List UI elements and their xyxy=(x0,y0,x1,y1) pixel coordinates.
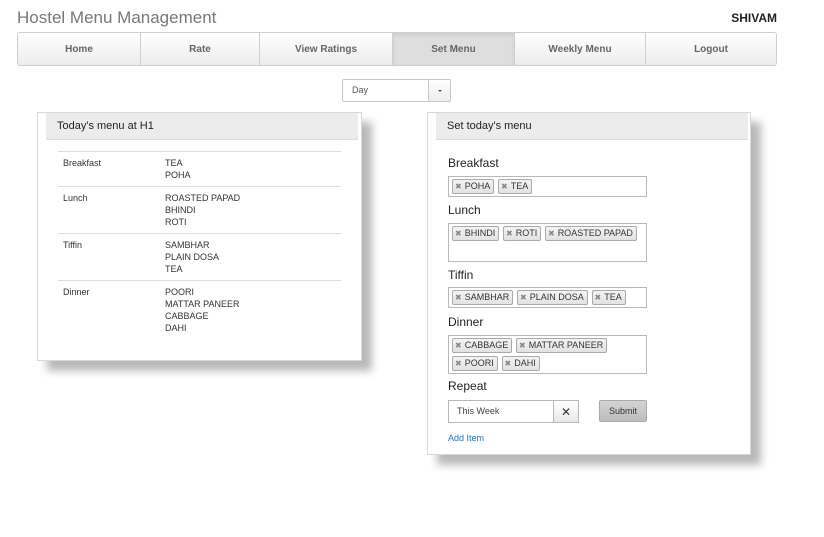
menu-item: ROASTED PAPAD xyxy=(165,193,241,203)
close-icon: ✕ xyxy=(560,404,572,419)
nav-home[interactable]: Home xyxy=(18,33,141,65)
lunch-tag-input[interactable]: ✖ BHINDI ✖ ROTI ✖ ROASTED PAPAD xyxy=(448,223,647,262)
tag-label: BHINDI xyxy=(464,228,496,238)
menu-item: MATTAR PANEER xyxy=(165,299,240,309)
tag-label: ROTI xyxy=(515,228,538,238)
tag: ✖ TEA xyxy=(591,290,626,305)
lunch-label: Lunch xyxy=(448,203,481,217)
remove-tag-icon[interactable]: ✖ xyxy=(455,293,462,302)
repeat-input[interactable]: This Week xyxy=(448,400,554,423)
set-menu-title: Set today's menu xyxy=(436,113,748,140)
tag-label: PLAIN DOSA xyxy=(529,292,584,302)
tag: ✖ ROASTED PAPAD xyxy=(544,226,637,241)
breakfast-label: Breakfast xyxy=(448,156,499,170)
tag: ✖ ROTI xyxy=(503,226,542,241)
user-name: SHIVAM xyxy=(731,11,777,25)
remove-tag-icon[interactable]: ✖ xyxy=(519,341,526,350)
menu-item: SAMBHAR xyxy=(165,240,210,250)
clear-repeat-button[interactable]: ✕ xyxy=(553,400,579,423)
today-menu-table: Breakfast TEA POHA Lunch ROASTED PAPAD B… xyxy=(58,151,341,339)
remove-tag-icon[interactable]: ✖ xyxy=(455,182,462,191)
menu-item: BHINDI xyxy=(165,205,196,215)
meal-items: TEA POHA xyxy=(160,151,341,187)
tag-label: POORI xyxy=(464,358,494,368)
nav-view-ratings[interactable]: View Ratings xyxy=(260,33,393,65)
tag-label: ROASTED PAPAD xyxy=(557,228,633,238)
remove-tag-icon[interactable]: ✖ xyxy=(505,359,512,368)
meal-items: SAMBHAR PLAIN DOSA TEA xyxy=(160,233,341,281)
menu-item: CABBAGE xyxy=(165,311,209,321)
tiffin-tag-input[interactable]: ✖ SAMBHAR ✖ PLAIN DOSA ✖ TEA xyxy=(448,287,647,308)
table-row: Lunch ROASTED PAPAD BHINDI ROTI xyxy=(58,186,341,234)
breakfast-tag-input[interactable]: ✖ POHA ✖ TEA xyxy=(448,176,647,197)
tag-label: TEA xyxy=(604,292,622,302)
remove-tag-icon[interactable]: ✖ xyxy=(455,229,462,238)
remove-tag-icon[interactable]: ✖ xyxy=(455,341,462,350)
day-select-toggle[interactable] xyxy=(428,80,450,101)
tag: ✖ DAHI xyxy=(501,356,540,371)
day-select-value: Day xyxy=(352,85,369,95)
chevron-down-icon xyxy=(437,89,442,92)
dinner-tag-input[interactable]: ✖ CABBAGE ✖ MATTAR PANEER ✖ POORI ✖ DAHI xyxy=(448,335,647,374)
meal-items: ROASTED PAPAD BHINDI ROTI xyxy=(160,186,341,234)
remove-tag-icon[interactable]: ✖ xyxy=(455,359,462,368)
meal-name: Breakfast xyxy=(58,151,160,187)
tag-label: POHA xyxy=(464,181,491,191)
remove-tag-icon[interactable]: ✖ xyxy=(501,182,508,191)
remove-tag-icon[interactable]: ✖ xyxy=(520,293,527,302)
today-menu-title: Today's menu at H1 xyxy=(46,113,358,140)
submit-button[interactable]: Submit xyxy=(599,400,647,422)
set-menu-panel: Set today's menu Breakfast ✖ POHA ✖ TEA Lu… xyxy=(427,112,751,455)
tag: ✖ PLAIN DOSA xyxy=(517,290,588,305)
menu-item: PLAIN DOSA xyxy=(165,252,220,262)
menu-item: POHA xyxy=(165,170,191,180)
meal-name: Lunch xyxy=(58,186,160,234)
app-title: Hostel Menu Management xyxy=(17,8,217,27)
tag: ✖ CABBAGE xyxy=(452,338,513,353)
nav-logout[interactable]: Logout xyxy=(646,33,776,65)
tag-label: CABBAGE xyxy=(464,340,509,350)
menu-item: POORI xyxy=(165,287,195,297)
remove-tag-icon[interactable]: ✖ xyxy=(506,229,513,238)
tag-label: SAMBHAR xyxy=(464,292,510,302)
menu-item: TEA xyxy=(165,158,183,168)
tag: ✖ MATTAR PANEER xyxy=(516,338,608,353)
menu-item: TEA xyxy=(165,264,183,274)
tag-label: TEA xyxy=(510,181,529,191)
tag: ✖ TEA xyxy=(498,179,533,194)
remove-tag-icon[interactable]: ✖ xyxy=(548,229,555,238)
nav-rate[interactable]: Rate xyxy=(141,33,260,65)
tag-label: MATTAR PANEER xyxy=(528,340,604,350)
today-menu-panel: Today's menu at H1 Breakfast TEA POHA Lu… xyxy=(37,112,362,361)
meal-items: POORI MATTAR PANEER CABBAGE DAHI xyxy=(160,280,341,339)
day-select[interactable]: Day xyxy=(342,79,451,102)
table-row: Tiffin SAMBHAR PLAIN DOSA TEA xyxy=(58,233,341,281)
table-row: Breakfast TEA POHA xyxy=(58,151,341,187)
main-navbar: Home Rate View Ratings Set Menu Weekly M… xyxy=(17,32,777,66)
remove-tag-icon[interactable]: ✖ xyxy=(595,293,602,302)
meal-name: Tiffin xyxy=(58,233,160,281)
tag: ✖ SAMBHAR xyxy=(452,290,514,305)
tag: ✖ BHINDI xyxy=(452,226,500,241)
tag: ✖ POORI xyxy=(452,356,498,371)
tiffin-label: Tiffin xyxy=(448,268,474,282)
nav-weekly-menu[interactable]: Weekly Menu xyxy=(515,33,646,65)
nav-set-menu[interactable]: Set Menu xyxy=(393,33,515,65)
tag: ✖ POHA xyxy=(452,179,495,194)
meal-name: Dinner xyxy=(58,280,160,339)
dinner-label: Dinner xyxy=(448,315,484,329)
menu-item: ROTI xyxy=(165,217,187,227)
repeat-label: Repeat xyxy=(448,379,487,393)
table-row: Dinner POORI MATTAR PANEER CABBAGE DAHI xyxy=(58,280,341,339)
menu-item: DAHI xyxy=(165,323,187,333)
add-item-link[interactable]: Add Item xyxy=(448,433,484,443)
tag-label: DAHI xyxy=(514,358,536,368)
